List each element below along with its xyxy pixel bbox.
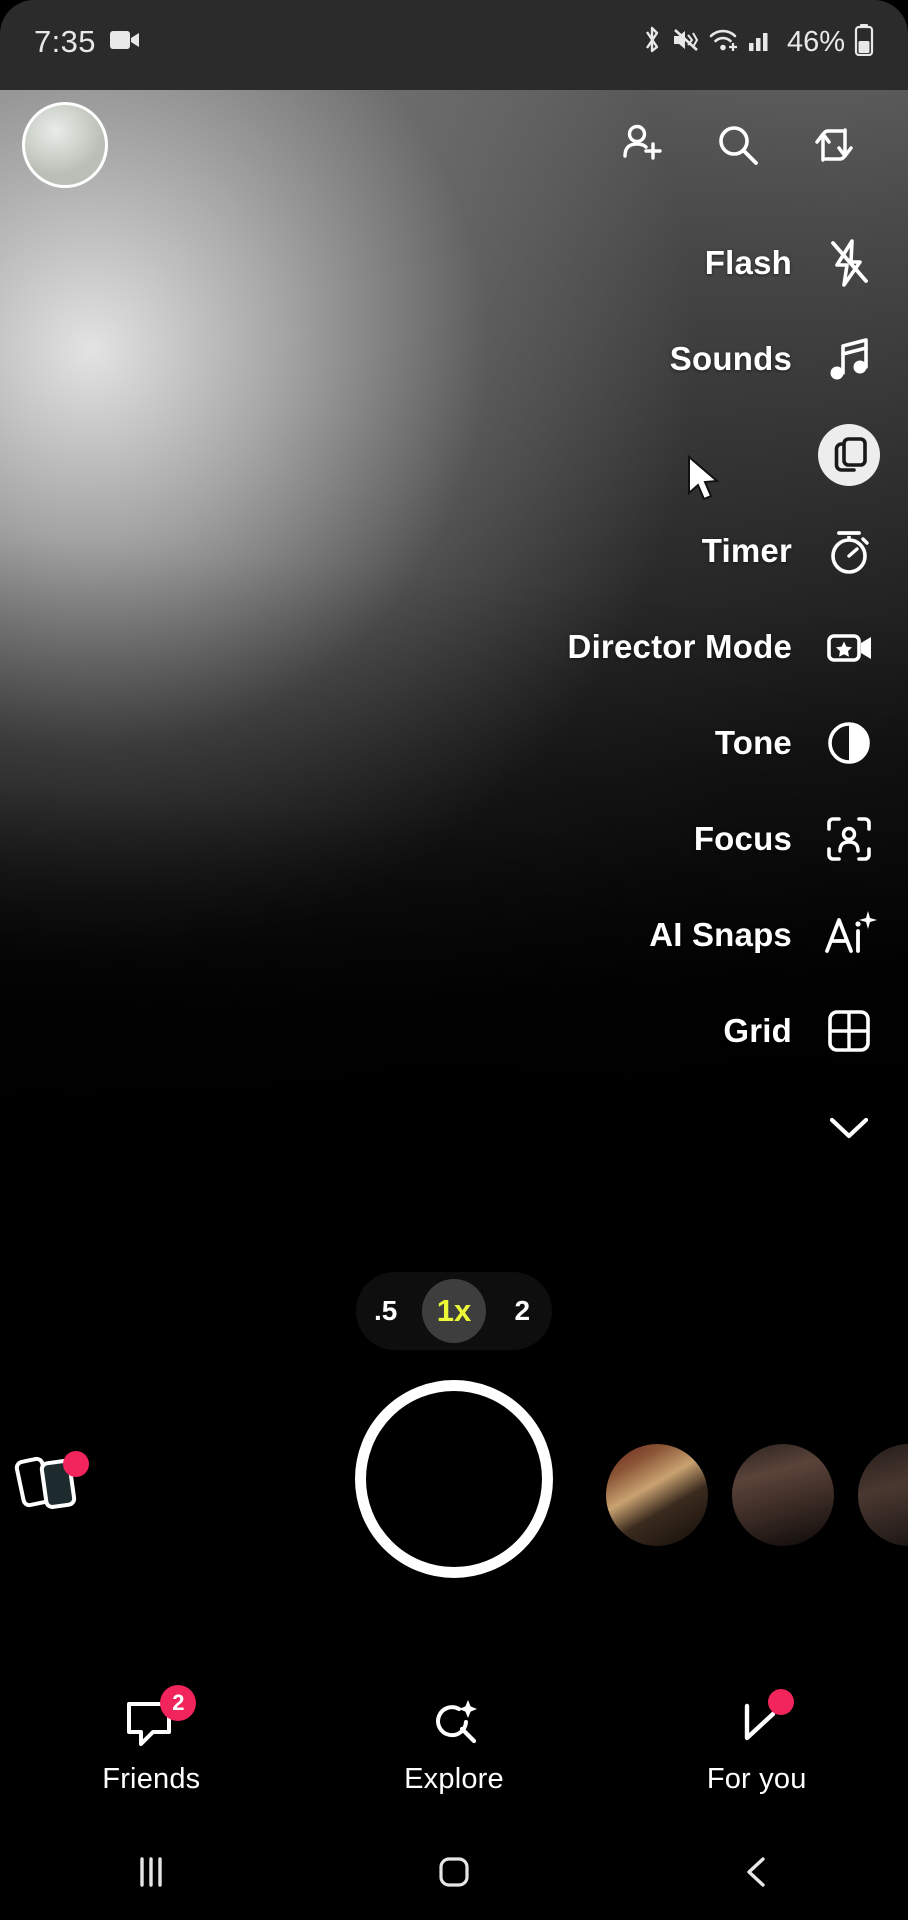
story-thumbnail-3[interactable] [858,1444,908,1546]
chevron-down-icon[interactable] [818,1096,880,1158]
collapse-options-button[interactable] [288,1079,908,1175]
status-bar: 7:35 46% [0,0,908,90]
memories-button[interactable] [14,1442,94,1522]
explore-star-search-icon[interactable] [421,1695,487,1753]
zoom-option-1x[interactable]: 1x [421,1279,486,1343]
back-button[interactable] [605,1854,908,1890]
tone-contrast-icon[interactable] [818,712,880,774]
nav-item-friends[interactable]: 2 Friends [0,1684,303,1796]
camera-option-label: Flash [704,244,792,281]
recents-button[interactable] [0,1855,303,1889]
spotlight-play-icon[interactable] [724,1688,794,1753]
nav-label-for-you: For you [706,1762,807,1795]
bluetooth-icon [641,25,663,60]
nav-label-friends: Friends [102,1762,201,1795]
bottom-navigation: 2 Friends Explore For you [0,1670,908,1820]
zoom-option-2x[interactable]: 2 [499,1295,545,1327]
zoom-option-half[interactable]: .5 [363,1295,409,1327]
battery-icon [854,23,874,61]
camera-option-multi-snap[interactable] [288,407,908,503]
camera-option-sounds[interactable]: Sounds [288,311,908,407]
nav-label-explore: Explore [404,1762,504,1795]
camera-option-timer[interactable]: Timer [288,503,908,599]
add-friend-icon[interactable] [614,117,670,173]
search-icon[interactable] [710,117,766,173]
camera-option-ai-snaps[interactable]: AI Snaps [288,887,908,983]
nav-item-explore[interactable]: Explore [303,1695,606,1796]
for-you-dot-badge [767,1688,794,1715]
home-button[interactable] [303,1854,606,1890]
status-bar-right: 46% [641,23,874,61]
camera-option-label: Tone [714,724,792,761]
camera-option-focus[interactable]: Focus [288,791,908,887]
wifi-icon [709,27,739,58]
camera-option-tone[interactable]: Tone [288,695,908,791]
status-bar-left: 7:35 [34,24,140,60]
camera-option-label: AI Snaps [649,916,792,953]
music-note-icon[interactable] [818,328,880,390]
nav-item-for-you[interactable]: For you [605,1688,908,1796]
capture-row [0,1380,908,1630]
multi-snap-icon[interactable] [818,424,880,486]
volume-vibrate-icon [672,27,700,58]
android-system-nav [0,1824,908,1920]
battery-percent: 46% [786,25,845,58]
friends-badge: 2 [160,1684,197,1721]
grid-icon[interactable] [818,1000,880,1062]
avatar[interactable] [22,102,108,188]
flip-camera-icon[interactable] [806,117,862,173]
flash-off-icon[interactable] [818,232,880,294]
ai-sparkle-icon[interactable] [818,904,880,966]
camera-top-bar [0,90,908,200]
camera-option-flash[interactable]: Flash [288,215,908,311]
shutter-button[interactable] [355,1380,553,1578]
top-bar-icons [614,117,886,173]
story-thumbnail-1[interactable] [606,1444,708,1546]
director-mode-icon[interactable] [818,616,880,678]
camera-option-label: Grid [723,1012,792,1049]
camera-option-label: Sounds [669,340,792,377]
story-thumbnails [606,1444,908,1546]
camera-option-grid[interactable]: Grid [288,983,908,1079]
camera-option-director-mode[interactable]: Director Mode [288,599,908,695]
story-thumbnail-2[interactable] [732,1444,834,1546]
camera-option-label: Director Mode [567,628,792,665]
camera-option-label: Focus [693,820,792,857]
video-camera-icon [109,29,140,56]
cellular-signal-icon [748,27,774,58]
stopwatch-icon[interactable] [818,520,880,582]
focus-face-icon[interactable] [818,808,880,870]
zoom-selector[interactable]: .5 1x 2 [356,1272,552,1350]
snapchat-camera-screen: 7:35 46% Flash Sounds Timer Director Mod… [0,0,908,1920]
camera-option-label: Timer [701,532,792,569]
chat-bubble-icon[interactable]: 2 [118,1684,197,1753]
status-time: 7:35 [34,24,96,59]
camera-options-menu: Flash Sounds Timer Director Mode Tone Fo… [288,215,908,1175]
